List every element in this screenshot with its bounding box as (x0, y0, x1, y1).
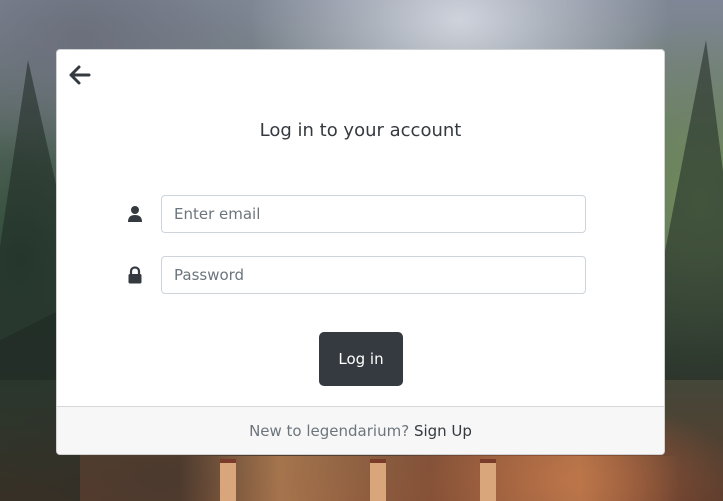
arrow-left-icon (69, 65, 91, 85)
background-tower (220, 459, 236, 501)
login-card: Log in to your account Log in New to leg… (56, 49, 665, 455)
page-title: Log in to your account (259, 120, 462, 141)
signup-prompt: New to legendarium? (249, 422, 410, 440)
background-town (180, 456, 680, 501)
signup-link[interactable]: Sign Up (414, 422, 472, 440)
password-row (127, 256, 587, 294)
back-button[interactable] (67, 63, 93, 87)
email-field[interactable] (161, 195, 586, 233)
user-icon (127, 205, 143, 223)
lock-icon (127, 266, 143, 284)
login-button[interactable]: Log in (319, 332, 403, 386)
card-footer: New to legendarium? Sign Up (57, 406, 664, 454)
background-tower (370, 459, 386, 501)
email-row (127, 195, 587, 233)
password-field[interactable] (161, 256, 586, 294)
background-tower (480, 459, 496, 501)
